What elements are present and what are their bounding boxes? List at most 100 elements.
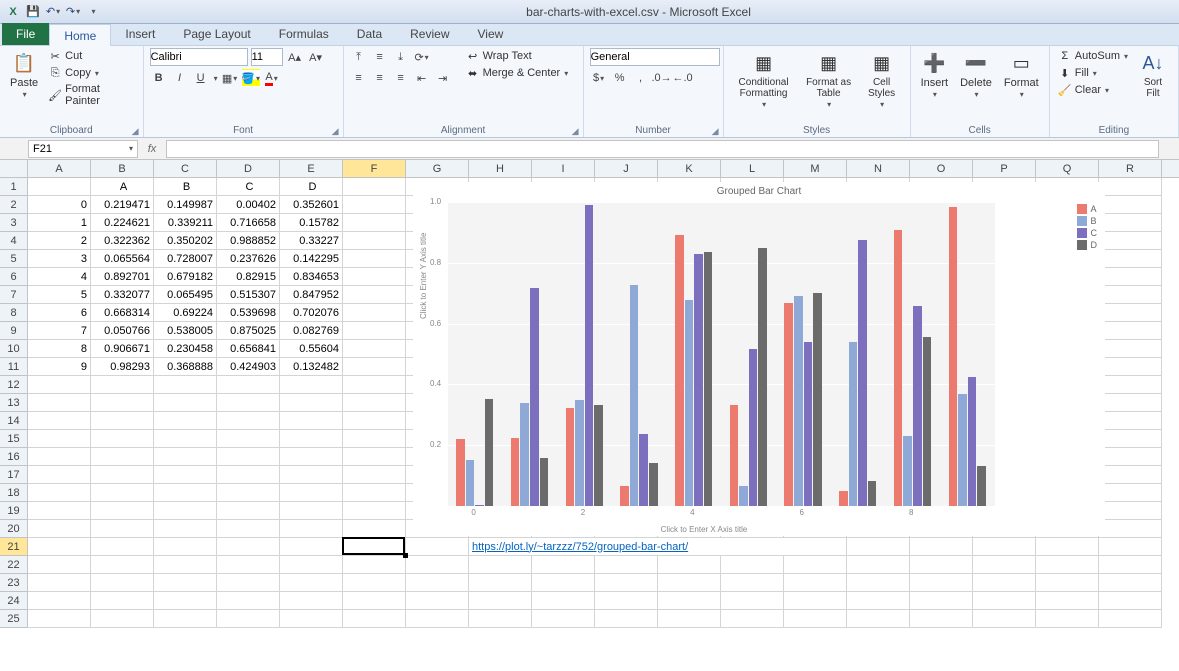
cell[interactable] <box>343 466 406 484</box>
column-header-C[interactable]: C <box>154 160 217 177</box>
column-header-K[interactable]: K <box>658 160 721 177</box>
cell[interactable] <box>28 538 91 556</box>
align-middle-icon[interactable]: ≡ <box>371 48 389 66</box>
cut-button[interactable]: ✂Cut <box>46 48 136 64</box>
cell[interactable] <box>532 592 595 610</box>
cell[interactable] <box>406 538 469 556</box>
font-color-button[interactable]: A▾ <box>263 69 281 87</box>
cell[interactable]: 0.082769 <box>280 322 343 340</box>
cell[interactable] <box>28 178 91 196</box>
cell[interactable] <box>1099 538 1162 556</box>
currency-icon[interactable]: $▾ <box>590 69 608 87</box>
cell[interactable]: 0.716658 <box>217 214 280 232</box>
cell[interactable]: 4 <box>28 268 91 286</box>
bar[interactable] <box>685 300 694 506</box>
bar[interactable] <box>620 486 629 506</box>
cell[interactable] <box>1099 556 1162 574</box>
decrease-indent-icon[interactable]: ⇤ <box>413 69 431 87</box>
cell[interactable]: 0.33227 <box>280 232 343 250</box>
cell[interactable] <box>28 484 91 502</box>
bar[interactable] <box>839 491 848 506</box>
row-header-18[interactable]: 18 <box>0 484 28 502</box>
cell[interactable] <box>1099 466 1162 484</box>
format-painter-button[interactable]: 🖌Format Painter <box>46 82 136 108</box>
cell[interactable] <box>28 556 91 574</box>
bar[interactable] <box>520 403 529 506</box>
cell[interactable] <box>154 394 217 412</box>
column-header-O[interactable]: O <box>910 160 973 177</box>
cell[interactable] <box>91 430 154 448</box>
cell[interactable] <box>343 610 406 628</box>
increase-indent-icon[interactable]: ⇥ <box>434 69 452 87</box>
bar[interactable] <box>485 399 494 506</box>
cell[interactable] <box>280 556 343 574</box>
cell[interactable] <box>1099 286 1162 304</box>
cell[interactable]: 0.142295 <box>280 250 343 268</box>
cell[interactable] <box>910 574 973 592</box>
row-header-13[interactable]: 13 <box>0 394 28 412</box>
cell[interactable] <box>847 592 910 610</box>
bar[interactable] <box>649 463 658 506</box>
cell[interactable] <box>91 520 154 538</box>
cell[interactable] <box>217 394 280 412</box>
cell[interactable]: 0.00402 <box>217 196 280 214</box>
cell[interactable] <box>280 412 343 430</box>
cell[interactable] <box>847 610 910 628</box>
row-header-2[interactable]: 2 <box>0 196 28 214</box>
cell[interactable] <box>1036 592 1099 610</box>
cell[interactable] <box>154 430 217 448</box>
cell[interactable] <box>343 196 406 214</box>
launcher-icon[interactable]: ◢ <box>712 126 719 137</box>
cell[interactable] <box>469 610 532 628</box>
fx-icon[interactable]: fx <box>140 143 164 155</box>
cell[interactable] <box>406 574 469 592</box>
bar[interactable] <box>456 439 465 506</box>
number-format-input[interactable] <box>590 48 720 66</box>
column-header-E[interactable]: E <box>280 160 343 177</box>
tab-insert[interactable]: Insert <box>111 23 169 45</box>
cell[interactable]: 0.219471 <box>91 196 154 214</box>
cell[interactable] <box>217 574 280 592</box>
legend-item[interactable]: A <box>1077 204 1098 214</box>
conditional-formatting-button[interactable]: ▦Conditional Formatting▾ <box>730 48 798 111</box>
cell[interactable] <box>1099 322 1162 340</box>
cell[interactable] <box>217 412 280 430</box>
cell[interactable] <box>910 538 973 556</box>
bar[interactable] <box>784 303 793 506</box>
cell[interactable] <box>217 556 280 574</box>
cell[interactable] <box>154 484 217 502</box>
cell[interactable]: A <box>91 178 154 196</box>
cell[interactable] <box>91 466 154 484</box>
tab-pagelayout[interactable]: Page Layout <box>169 23 264 45</box>
cell[interactable] <box>28 430 91 448</box>
cell[interactable] <box>91 484 154 502</box>
cell[interactable] <box>91 610 154 628</box>
cell[interactable] <box>1036 610 1099 628</box>
undo-icon[interactable]: ↶▾ <box>44 3 62 21</box>
cell[interactable] <box>91 556 154 574</box>
row-header-12[interactable]: 12 <box>0 376 28 394</box>
cell[interactable] <box>343 304 406 322</box>
cell[interactable] <box>910 610 973 628</box>
spreadsheet-grid[interactable]: ABCDEFGHIJKLMNOPQR 1ABCD200.2194710.1499… <box>0 160 1179 664</box>
column-header-M[interactable]: M <box>784 160 847 177</box>
cell[interactable]: C <box>217 178 280 196</box>
cell[interactable] <box>1099 304 1162 322</box>
cell[interactable] <box>217 502 280 520</box>
bar[interactable] <box>949 207 958 506</box>
cell[interactable] <box>217 610 280 628</box>
cell[interactable] <box>1099 592 1162 610</box>
row-header-20[interactable]: 20 <box>0 520 28 538</box>
cell[interactable]: 0.339211 <box>154 214 217 232</box>
cell[interactable] <box>847 556 910 574</box>
cell[interactable]: 0.656841 <box>217 340 280 358</box>
cell[interactable]: 0.847952 <box>280 286 343 304</box>
cell[interactable] <box>343 448 406 466</box>
cell[interactable] <box>154 610 217 628</box>
row-header-17[interactable]: 17 <box>0 466 28 484</box>
cell[interactable] <box>1099 412 1162 430</box>
row-header-6[interactable]: 6 <box>0 268 28 286</box>
cell[interactable]: 0.988852 <box>217 232 280 250</box>
cell[interactable] <box>1099 232 1162 250</box>
cell[interactable]: 0.539698 <box>217 304 280 322</box>
